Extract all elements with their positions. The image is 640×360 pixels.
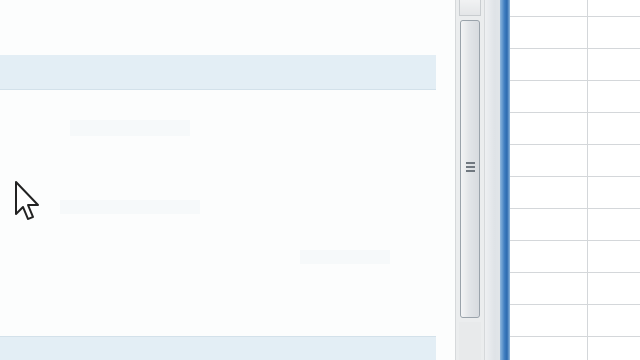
vertical-scrollbar[interactable] xyxy=(455,0,485,360)
arrow-cursor-icon xyxy=(15,181,39,220)
grid-lines xyxy=(510,0,640,360)
scroll-up-button[interactable] xyxy=(459,0,481,16)
faded-text-line xyxy=(70,120,190,136)
scroll-thumb[interactable] xyxy=(460,20,480,318)
grip-lines-icon xyxy=(466,162,475,173)
screen xyxy=(0,0,640,360)
scroll-track[interactable] xyxy=(459,322,481,360)
faded-text-line xyxy=(60,200,200,214)
faded-text-line xyxy=(300,250,390,264)
spreadsheet-grid[interactable] xyxy=(510,0,640,360)
window-border xyxy=(500,0,510,360)
content-panel xyxy=(0,0,455,360)
section-header-bottom[interactable] xyxy=(0,336,436,360)
section-header-top[interactable] xyxy=(0,55,436,90)
